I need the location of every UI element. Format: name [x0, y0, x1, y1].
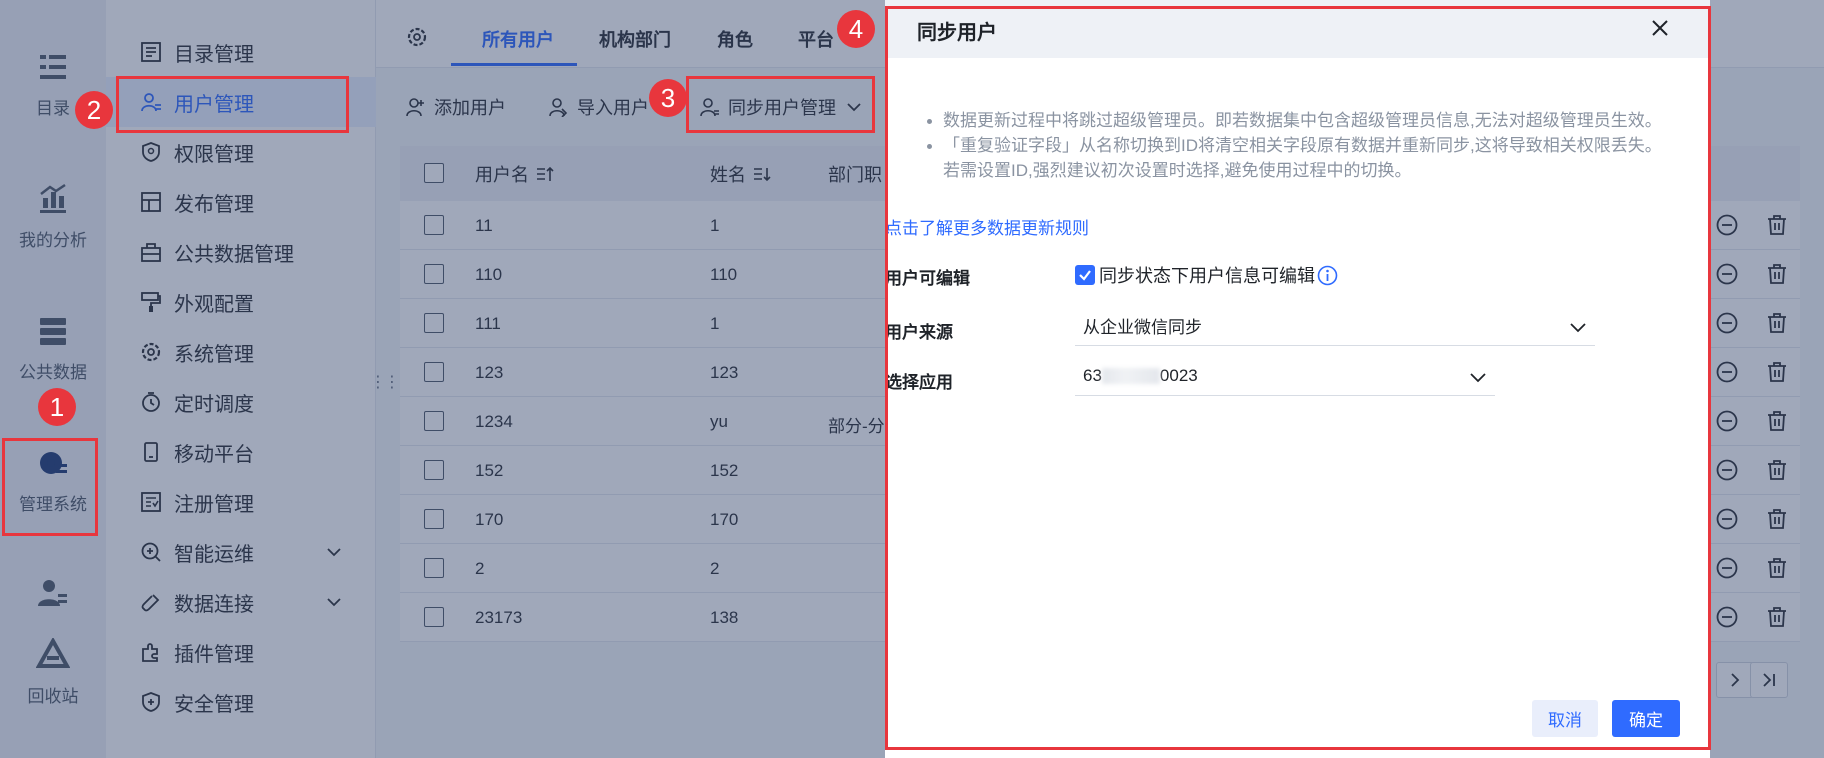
step-badge-2: 2: [75, 91, 113, 129]
highlight-management-system: [2, 438, 98, 536]
step-badge-1: 1: [38, 388, 76, 426]
step-badge-3: 3: [649, 79, 687, 117]
highlight-sync-button: [686, 76, 875, 133]
highlight-dialog: [885, 6, 1711, 750]
step-badge-4: 4: [837, 10, 875, 48]
highlight-user-management: [116, 76, 349, 133]
